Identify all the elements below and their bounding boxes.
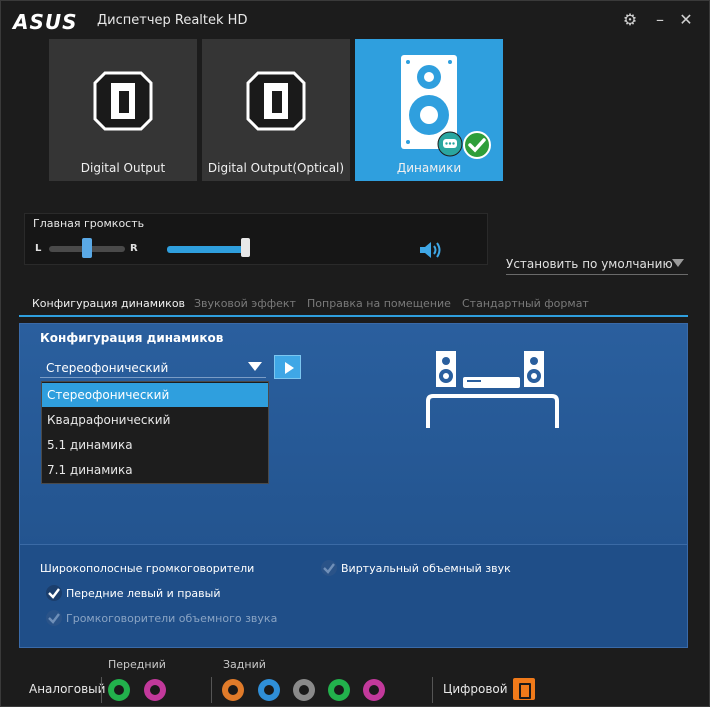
realtek-window: ASUS Диспетчер Realtek HD ⚙ – ✕ Digital … [0, 0, 710, 707]
tab-speaker-config[interactable]: Конфигурация динамиков [32, 297, 185, 310]
balance-left-label: L [35, 243, 42, 254]
main-volume-panel: Главная громкость L R [24, 213, 488, 265]
device-label: Digital Output [80, 161, 166, 175]
panel-title: Конфигурация динамиков [40, 331, 224, 345]
volume-title: Главная громкость [33, 217, 145, 230]
rear-jack-pink[interactable] [363, 679, 385, 701]
volume-slider-track[interactable] [167, 246, 247, 253]
analog-label: Аналоговый [29, 682, 106, 696]
chevron-down-icon [248, 362, 262, 371]
device-label: Динамики [396, 161, 462, 175]
tab-room-correction[interactable]: Поправка на помещение [307, 297, 451, 310]
set-default-dropdown[interactable]: Установить по умолчанию [506, 253, 688, 275]
list-item[interactable]: 7.1 динамика [42, 458, 268, 482]
digital-label: Цифровой [443, 682, 508, 696]
surround-label: Громкоговорители объемного звука [66, 612, 278, 625]
play-icon [285, 362, 294, 374]
rear-jack-orange[interactable] [222, 679, 244, 701]
balance-right-label: R [130, 243, 138, 254]
check-icon [48, 588, 60, 599]
device-tile-digital-optical[interactable]: Digital Output(Optical) [202, 39, 350, 181]
speaker-icon[interactable] [418, 240, 442, 260]
divider [211, 677, 212, 703]
wideband-label: Широкополосные громкоговорители [40, 562, 255, 575]
tab-default-format[interactable]: Стандартный формат [462, 297, 589, 310]
digital-output-icon [93, 71, 153, 131]
front-lr-checkbox[interactable] [46, 585, 62, 601]
chevron-down-icon [672, 259, 684, 267]
set-default-label: Установить по умолчанию [506, 257, 673, 271]
balance-slider-handle[interactable] [82, 238, 92, 258]
speaker-layout-diagram [426, 351, 559, 428]
check-icon [323, 563, 335, 574]
virtual-surround-label: Виртуальный объемный звук [341, 562, 511, 575]
device-label: Digital Output(Optical) [207, 161, 345, 175]
rear-jack-green[interactable] [328, 679, 350, 701]
digital-optical-icon [246, 71, 306, 131]
front-jack-pink[interactable] [144, 679, 166, 701]
device-tile-speakers[interactable]: Динамики [355, 39, 503, 181]
rear-jack-black[interactable] [293, 679, 315, 701]
digital-port-icon[interactable] [513, 678, 535, 700]
check-icon [48, 613, 60, 624]
check-mark-icon [463, 131, 491, 159]
rear-jacks-label: Задний [223, 658, 266, 671]
divider [101, 677, 102, 703]
virtual-surround-checkbox[interactable] [321, 560, 337, 576]
speaker-options-area: Широкополосные громкоговорители Передние… [20, 544, 687, 647]
asus-logo: ASUS [13, 10, 78, 34]
rear-jack-blue[interactable] [258, 679, 280, 701]
front-lr-label: Передние левый и правый [66, 587, 221, 600]
list-item[interactable]: 5.1 динамика [42, 433, 268, 457]
play-test-button[interactable] [274, 355, 301, 379]
title-bar: ASUS Диспетчер Realtek HD ⚙ – ✕ [1, 1, 709, 39]
minimize-icon[interactable]: – [649, 9, 671, 31]
close-icon[interactable]: ✕ [675, 9, 697, 31]
list-item[interactable]: Квадрафонический [42, 408, 268, 432]
chat-bubble-icon [437, 131, 463, 157]
front-jacks-label: Передний [108, 658, 166, 671]
front-jack-green[interactable] [108, 679, 130, 701]
speaker-config-panel: Конфигурация динамиков Стереофонический … [19, 323, 688, 648]
device-tile-digital-output[interactable]: Digital Output [49, 39, 197, 181]
window-title: Диспетчер Realtek HD [97, 13, 248, 28]
speaker-config-select[interactable]: Стереофонический [40, 356, 266, 378]
divider [432, 677, 433, 703]
tab-sound-effect[interactable]: Звуковой эффект [194, 297, 296, 310]
selected-config: Стереофонический [46, 361, 169, 375]
volume-slider-handle[interactable] [241, 238, 250, 257]
list-item[interactable]: Стереофонический [42, 383, 268, 407]
gear-icon[interactable]: ⚙ [619, 9, 641, 31]
surround-checkbox[interactable] [46, 610, 62, 626]
settings-tabs: Конфигурация динамиков Звуковой эффект П… [19, 293, 688, 317]
speaker-config-list: Стереофонический Квадрафонический 5.1 ди… [41, 381, 269, 484]
